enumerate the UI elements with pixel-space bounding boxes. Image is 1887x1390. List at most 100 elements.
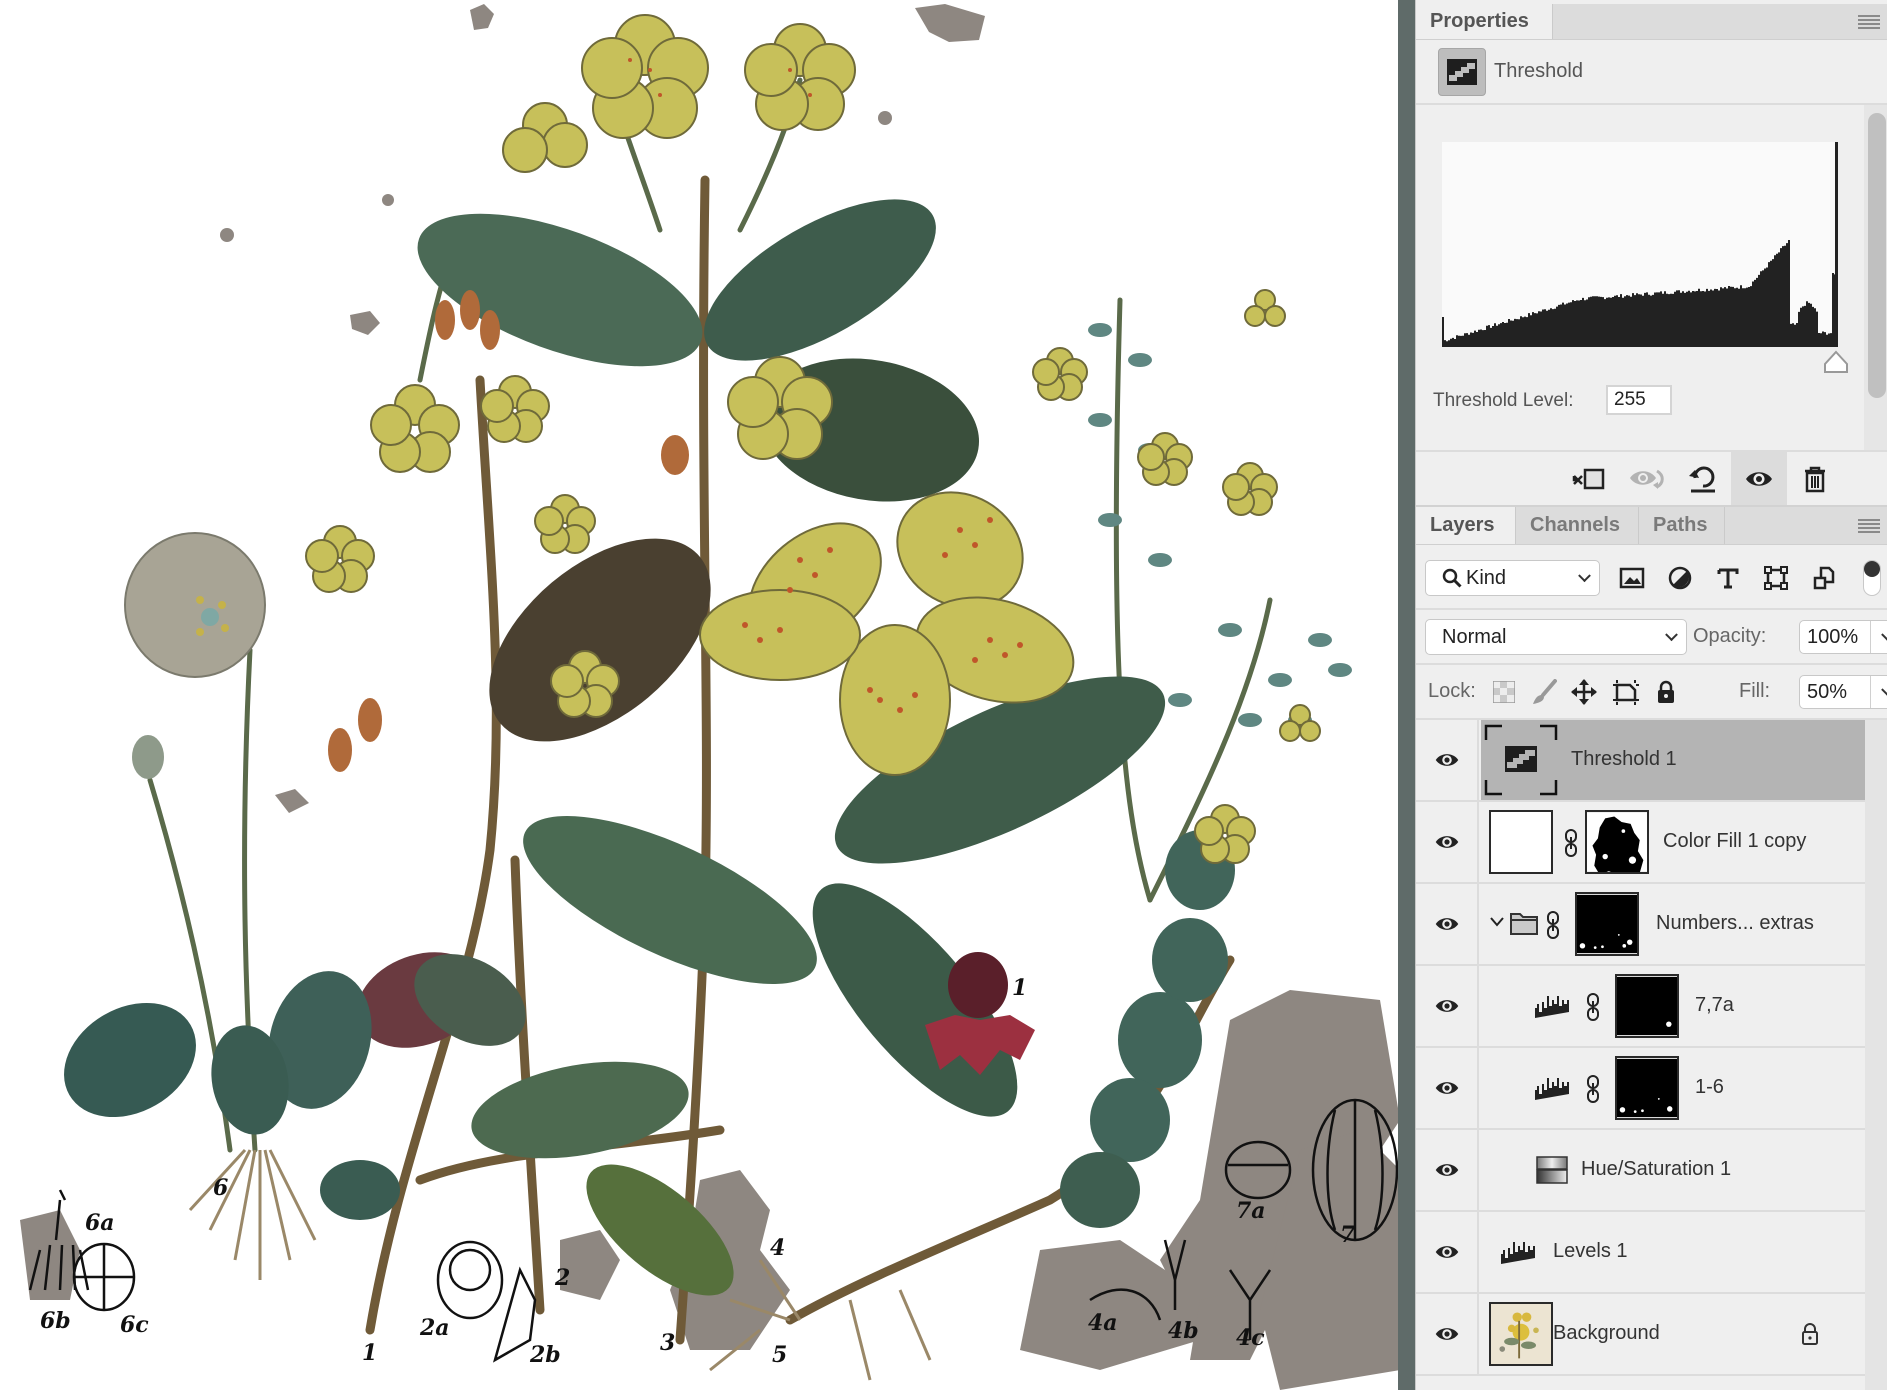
shape-layer-filter-icon	[1764, 566, 1788, 590]
eye-icon	[1746, 471, 1772, 486]
plate-label-4a: 4a	[1088, 1310, 1118, 1336]
reset-adjustment-button[interactable]	[1675, 452, 1731, 505]
opacity-dropdown-icon[interactable]	[1881, 628, 1887, 642]
fill-label: Fill:	[1739, 680, 1771, 702]
lock-transparent-pixels-button[interactable]	[1489, 677, 1519, 707]
filter-toggle-switch[interactable]	[1863, 560, 1881, 596]
opacity-input[interactable]: 100%	[1799, 620, 1887, 654]
levels-icon	[1535, 1078, 1569, 1100]
smart-object-filter-button[interactable]	[1808, 563, 1840, 593]
layer-row-color-fill-1-copy[interactable]: Color Fill 1 copy	[1416, 802, 1865, 884]
layer-visibility-toggle[interactable]	[1416, 720, 1479, 800]
threshold-icon	[1484, 724, 1558, 796]
pixel-layer-filter-icon	[1619, 567, 1645, 589]
plate-label-6b: 6b	[40, 1308, 71, 1334]
link-icon[interactable]	[1585, 992, 1601, 1022]
layer-visibility-toggle[interactable]	[1416, 802, 1479, 882]
properties-scroll-thumb[interactable]	[1868, 113, 1886, 398]
layer-visibility-toggle[interactable]	[1416, 1294, 1479, 1374]
plate-label-4c: 4c	[1236, 1325, 1265, 1351]
delete-adjustment-button[interactable]	[1787, 452, 1843, 505]
document-canvas[interactable]: 1 1 2 2a 2b 3 4 4a 4b 4c 5 6 6a 6b 6c 7 …	[0, 0, 1405, 1390]
group-expand-chevron-icon[interactable]	[1489, 916, 1505, 928]
shape-layer-filter-button[interactable]	[1760, 563, 1792, 593]
right-panel-dock: Properties Threshold Threshold Level: 25…	[1415, 0, 1887, 1390]
layer-name: Color Fill 1 copy	[1663, 830, 1807, 852]
layer-mask-thumbnail[interactable]	[1615, 1056, 1679, 1120]
layer-visibility-toggle[interactable]	[1416, 966, 1479, 1046]
tab-properties[interactable]: Properties	[1416, 4, 1553, 39]
clip-to-layer-button[interactable]	[1561, 452, 1617, 505]
layer-row-1-6[interactable]: 1-6	[1416, 1048, 1865, 1130]
layer-row-7-7a[interactable]: 7,7a	[1416, 966, 1865, 1048]
layer-name: 7,7a	[1695, 994, 1734, 1016]
plate-label-6a: 6a	[85, 1210, 115, 1236]
layer-mask-thumbnail[interactable]	[1615, 974, 1679, 1038]
type-layer-filter-button[interactable]	[1712, 563, 1744, 593]
layer-row-background[interactable]: Background	[1416, 1294, 1865, 1376]
threshold-slider-handle[interactable]	[1823, 350, 1849, 374]
layer-mask-thumbnail[interactable]	[1585, 810, 1649, 874]
layer-name: Numbers... extras	[1656, 912, 1814, 934]
toggle-visibility-button[interactable]	[1731, 452, 1787, 505]
lock-position-button[interactable]	[1569, 677, 1599, 707]
link-icon[interactable]	[1585, 1074, 1601, 1104]
fill-dropdown-icon[interactable]	[1881, 683, 1887, 697]
plate-label-3: 3	[660, 1330, 676, 1356]
eye-icon	[1435, 1082, 1458, 1094]
lock-all-icon	[1658, 680, 1674, 703]
lock-all-button[interactable]	[1651, 677, 1681, 707]
plate-label-6: 6	[213, 1175, 229, 1201]
view-previous-state-button[interactable]	[1619, 452, 1675, 505]
lock-artboard-icon	[1613, 680, 1639, 705]
layer-row-levels-1[interactable]: Levels 1	[1416, 1212, 1865, 1294]
layers-panel-menu-icon[interactable]	[1858, 519, 1880, 533]
eye-icon	[1435, 1246, 1458, 1258]
layer-visibility-toggle[interactable]	[1416, 1048, 1479, 1128]
lock-icon	[1802, 1323, 1818, 1345]
layer-visibility-toggle[interactable]	[1416, 1130, 1479, 1210]
layer-visibility-toggle[interactable]	[1416, 884, 1479, 964]
fill-input[interactable]: 50%	[1799, 675, 1887, 709]
lock-fill-row: Lock: Fill: 50%	[1416, 665, 1887, 720]
lock-image-pixels-button[interactable]	[1529, 677, 1559, 707]
plate-label-5: 5	[772, 1342, 788, 1368]
layers-tabbar: Layers Channels Paths	[1416, 505, 1887, 545]
fill-value: 50%	[1807, 681, 1848, 703]
layer-row-hue-saturation-1[interactable]: Hue/Saturation 1	[1416, 1130, 1865, 1212]
properties-panel-menu-icon[interactable]	[1858, 15, 1880, 29]
search-icon	[1442, 568, 1462, 588]
plate-label-7: 7	[1340, 1222, 1356, 1248]
layers-scrollbar[interactable]	[1865, 720, 1887, 1390]
tab-channels[interactable]: Channels	[1516, 507, 1639, 544]
properties-scrollbar[interactable]	[1864, 105, 1887, 450]
plate-label-6c: 6c	[120, 1312, 149, 1338]
pixel-layer-filter-button[interactable]	[1616, 563, 1648, 593]
layer-row-numbers-extras-group[interactable]: Numbers... extras	[1416, 884, 1865, 966]
blend-mode-select[interactable]: Normal	[1425, 619, 1687, 655]
threshold-histogram	[1442, 142, 1838, 347]
link-icon[interactable]	[1563, 828, 1579, 858]
layer-filter-row: Kind	[1416, 545, 1887, 610]
chevron-down-icon	[1578, 569, 1591, 583]
lock-artboard-button[interactable]	[1611, 677, 1641, 707]
tab-properties-label: Properties	[1430, 10, 1529, 32]
tab-layers[interactable]: Layers	[1416, 507, 1516, 544]
plate-label-1-berry: 1	[1012, 975, 1028, 1001]
properties-tabbar: Properties	[1416, 4, 1887, 40]
layer-row-threshold-1[interactable]: Threshold 1	[1416, 720, 1865, 802]
eye-icon	[1435, 836, 1458, 848]
levels-icon	[1535, 996, 1569, 1018]
adjustment-layer-filter-button[interactable]	[1664, 563, 1696, 593]
layer-name: Threshold 1	[1571, 748, 1677, 770]
link-icon[interactable]	[1545, 910, 1561, 940]
layer-name: 1-6	[1695, 1076, 1724, 1098]
chevron-down-icon	[1665, 628, 1678, 642]
tab-paths[interactable]: Paths	[1639, 507, 1725, 544]
layer-mask-thumbnail[interactable]	[1575, 892, 1639, 956]
reset-icon	[1689, 466, 1715, 492]
filter-kind-select[interactable]: Kind	[1425, 560, 1600, 596]
threshold-level-input[interactable]: 255	[1606, 385, 1672, 415]
layer-visibility-toggle[interactable]	[1416, 1212, 1479, 1292]
opacity-label: Opacity:	[1693, 625, 1767, 647]
